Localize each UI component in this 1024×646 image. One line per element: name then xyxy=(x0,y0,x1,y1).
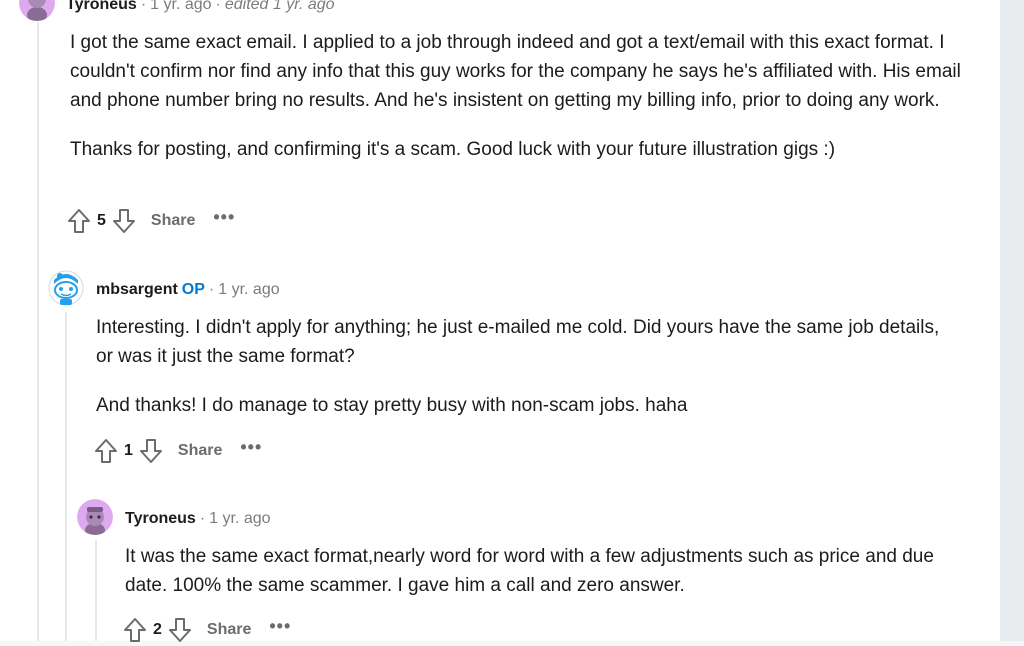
more-options-button[interactable]: ••• xyxy=(213,207,235,228)
thread-line[interactable] xyxy=(37,22,39,641)
author-name[interactable]: Tyroneus xyxy=(125,510,196,527)
avatar[interactable] xyxy=(48,270,84,306)
downvote-arrow-icon xyxy=(112,209,135,233)
comment-thread: Tyroneus · 1 yr. ago · edited 1 yr. ago I go… xyxy=(0,0,1000,642)
thread-line[interactable] xyxy=(65,312,67,641)
timestamp[interactable]: 1 yr. ago xyxy=(209,510,270,527)
separator-dot: · xyxy=(215,0,221,13)
downvote-button[interactable] xyxy=(167,616,193,644)
comment-paragraph: Interesting. I didn't apply for anything… xyxy=(96,317,940,367)
author-name[interactable]: Tyroneus xyxy=(66,0,137,13)
comment-actions: 5 Share ••• xyxy=(66,205,235,237)
vote-score: 5 xyxy=(97,212,106,229)
page-margin xyxy=(1000,0,1024,641)
snoo-purple-avatar-icon xyxy=(19,0,55,21)
comment-meta: Tyroneus · 1 yr. ago xyxy=(125,510,271,528)
comment-paragraph: I got the same exact email. I applied to… xyxy=(70,32,961,111)
more-options-button[interactable]: ••• xyxy=(269,616,291,637)
separator-dot: · xyxy=(140,0,147,13)
downvote-arrow-icon xyxy=(168,618,191,642)
upvote-button[interactable] xyxy=(93,437,119,465)
comment-meta: mbsargent OP · 1 yr. ago xyxy=(96,281,280,299)
comment-paragraph: And thanks! I do manage to stay pretty b… xyxy=(96,395,688,416)
thread-line[interactable] xyxy=(95,540,97,641)
comment-paragraph: Thanks for posting, and confirming it's … xyxy=(70,139,836,160)
vote-score: 2 xyxy=(153,621,162,638)
upvote-arrow-icon xyxy=(95,439,117,463)
comment-meta: Tyroneus · 1 yr. ago · edited 1 yr. ago xyxy=(66,0,335,14)
comment-body: Interesting. I didn't apply for anything… xyxy=(96,313,956,440)
timestamp[interactable]: 1 yr. ago xyxy=(150,0,211,13)
upvote-arrow-icon xyxy=(68,209,90,233)
downvote-button[interactable] xyxy=(111,207,137,235)
author-name[interactable]: mbsargent xyxy=(96,281,178,298)
separator-dot: · xyxy=(208,281,215,298)
more-options-button[interactable]: ••• xyxy=(240,437,262,458)
vote-score: 1 xyxy=(124,442,133,459)
comment-actions: 2 Share ••• xyxy=(122,614,291,646)
comment-body: It was the same exact format,nearly word… xyxy=(125,542,945,620)
share-button[interactable]: Share xyxy=(207,621,251,639)
share-button[interactable]: Share xyxy=(151,212,195,230)
comment-actions: 1 Share ••• xyxy=(93,435,262,467)
snoo-blue-avatar-icon xyxy=(48,270,84,306)
upvote-arrow-icon xyxy=(124,618,146,642)
comment-body: I got the same exact email. I applied to… xyxy=(70,28,970,184)
upvote-button[interactable] xyxy=(122,616,148,644)
separator-dot: · xyxy=(199,510,206,527)
avatar[interactable] xyxy=(77,499,113,535)
share-button[interactable]: Share xyxy=(178,442,222,460)
edited-label: edited 1 yr. ago xyxy=(224,0,335,13)
op-badge: OP xyxy=(181,281,205,298)
avatar[interactable] xyxy=(19,0,55,21)
snoo-purple-avatar-icon xyxy=(77,499,113,535)
timestamp[interactable]: 1 yr. ago xyxy=(218,281,279,298)
upvote-button[interactable] xyxy=(66,207,92,235)
downvote-arrow-icon xyxy=(139,439,162,463)
comment-paragraph: It was the same exact format,nearly word… xyxy=(125,546,934,596)
downvote-button[interactable] xyxy=(138,437,164,465)
